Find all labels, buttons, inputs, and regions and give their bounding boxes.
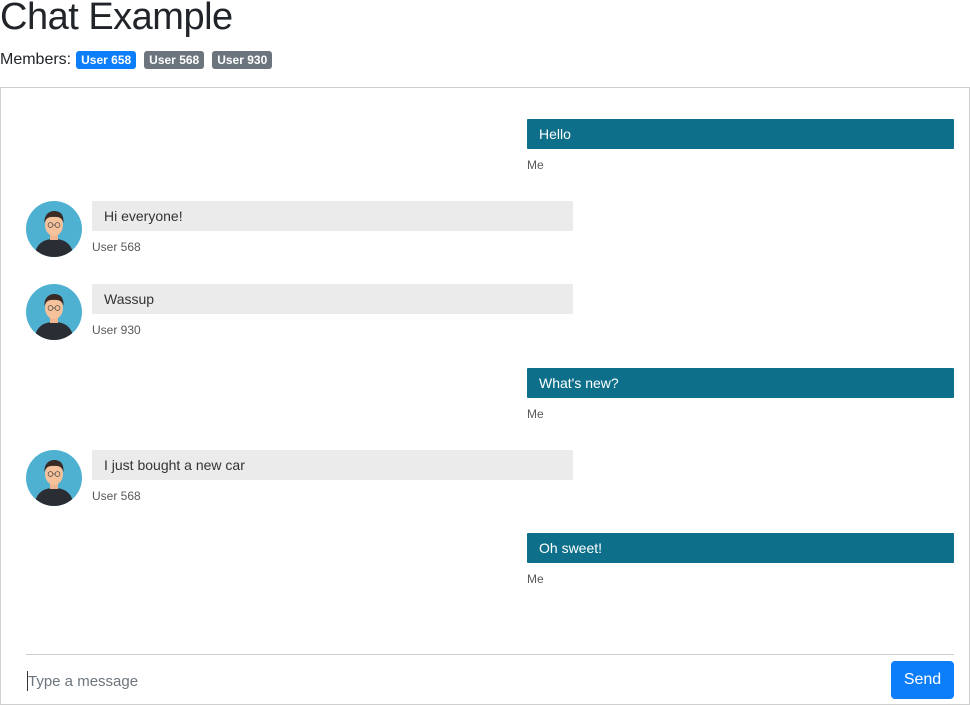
page-title: Chat Example: [0, 0, 233, 38]
message-sent: What's new? Me: [527, 368, 954, 421]
message-bubble: Hi everyone!: [92, 201, 573, 231]
message-sender: Me: [527, 407, 544, 421]
member-badge: User 568: [144, 51, 205, 69]
message-bubble: Hello: [527, 119, 954, 149]
chat-window: Hello Me Hi everyone! User 568 Wassup Us…: [0, 87, 970, 705]
user-avatar-icon: [26, 201, 82, 257]
user-avatar-icon: [26, 450, 82, 506]
message-sender: Me: [527, 158, 544, 172]
message-sent: Hello Me: [527, 119, 954, 172]
send-button[interactable]: Send: [891, 661, 954, 699]
text-caret: [27, 671, 28, 691]
member-badge: User 658: [76, 51, 137, 69]
message-sender: User 568: [92, 489, 141, 503]
message-bubble: Oh sweet!: [527, 533, 954, 563]
member-badge: User 930: [212, 51, 273, 69]
message-sender: User 568: [92, 240, 141, 254]
members-bar: Members: User 658 User 568 User 930: [0, 50, 280, 70]
message-bubble: Wassup: [92, 284, 573, 314]
user-avatar-icon: [26, 284, 82, 340]
members-label: Members:: [0, 51, 72, 68]
message-bubble: I just bought a new car: [92, 450, 573, 480]
message-input[interactable]: [26, 663, 878, 699]
message-sender: Me: [527, 572, 544, 586]
message-sender: User 930: [92, 323, 141, 337]
message-composer: Send: [26, 654, 954, 703]
message-sent: Oh sweet! Me: [527, 533, 954, 586]
message-bubble: What's new?: [527, 368, 954, 398]
